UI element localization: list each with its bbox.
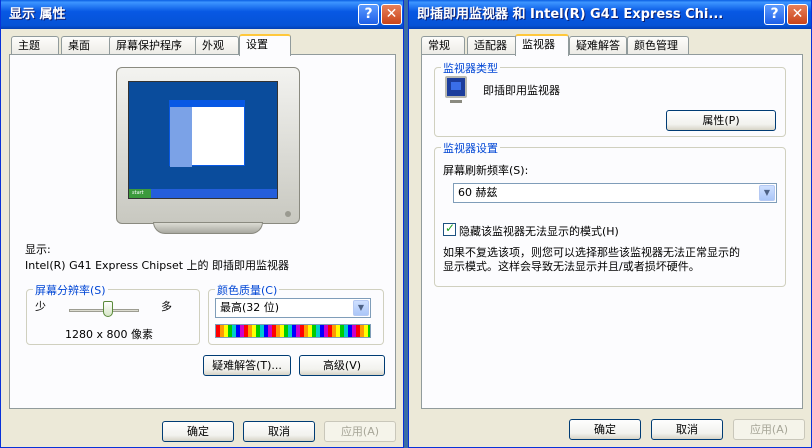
refresh-rate-selected: 60 赫兹	[458, 186, 498, 199]
help-icon[interactable]: ?	[764, 4, 785, 25]
tab-themes[interactable]: 主题	[11, 36, 59, 55]
chevron-down-icon[interactable]: ▼	[353, 300, 369, 316]
color-quality-select[interactable]: 最高(32 位) ▼	[215, 298, 371, 318]
monitor-type-legend: 监视器类型	[441, 60, 500, 76]
settings-panel: start 显示: Intel(R) G41 Express Chipset 上…	[9, 54, 396, 409]
checkmark-icon: ✓	[445, 221, 456, 235]
preview-window	[169, 100, 245, 167]
preview-start-button: start	[129, 189, 151, 198]
help-icon[interactable]: ?	[358, 4, 379, 25]
close-icon[interactable]: ✕	[787, 4, 808, 25]
tab-general[interactable]: 常规	[421, 36, 465, 55]
resolution-slider-thumb[interactable]	[102, 301, 113, 317]
monitor-type-group: 监视器类型 即插即用监视器 属性(P)	[434, 60, 786, 137]
tab-color-management[interactable]: 颜色管理	[627, 36, 689, 55]
refresh-rate-label: 屏幕刷新频率(S):	[443, 164, 529, 177]
resolution-more-label: 多	[161, 300, 172, 313]
tab-desktop[interactable]: 桌面	[61, 36, 113, 55]
hide-modes-checkbox[interactable]: ✓	[443, 221, 456, 236]
monitor-power-button	[285, 211, 291, 217]
resolution-legend: 屏幕分辨率(S)	[33, 282, 108, 298]
color-quality-selected: 最高(32 位)	[220, 301, 280, 314]
properties-button[interactable]: 属性(P)	[666, 110, 776, 131]
refresh-rate-select[interactable]: 60 赫兹 ▼	[453, 183, 777, 203]
troubleshoot-button[interactable]: 疑难解答(T)...	[203, 355, 291, 376]
monitor-preview: start	[116, 67, 300, 224]
desktop-preview: start	[128, 81, 278, 199]
cancel-button[interactable]: 取消	[243, 421, 315, 442]
ok-button[interactable]: 确定	[569, 419, 641, 440]
window-title: 即插即用监视器 和 Intel(R) G41 Express Chi...	[417, 7, 724, 22]
advanced-button[interactable]: 高级(V)	[299, 355, 385, 376]
tab-adapter[interactable]: 适配器	[467, 36, 517, 55]
ok-button[interactable]: 确定	[162, 421, 234, 442]
tab-screensaver[interactable]: 屏幕保护程序	[109, 36, 199, 55]
close-icon[interactable]: ✕	[381, 4, 402, 25]
apply-button[interactable]: 应用(A)	[733, 419, 805, 440]
display-label: 显示:	[25, 243, 51, 256]
monitor-type-name: 即插即用监视器	[483, 84, 560, 97]
color-quality-legend: 颜色质量(C)	[215, 282, 280, 298]
monitor-properties-window: 即插即用监视器 和 Intel(R) G41 Express Chi... ? …	[408, 0, 812, 448]
monitor-properties-titlebar[interactable]: 即插即用监视器 和 Intel(R) G41 Express Chi... ? …	[409, 0, 811, 29]
chevron-down-icon[interactable]: ▼	[759, 185, 775, 201]
monitor-icon-stand	[450, 100, 462, 103]
window-title: 显示 属性	[9, 7, 66, 22]
hide-modes-label[interactable]: 隐藏该监视器无法显示的模式(H)	[459, 223, 619, 239]
color-spectrum-bar	[215, 324, 371, 338]
display-properties-titlebar[interactable]: 显示 属性 ? ✕	[1, 0, 403, 29]
preview-taskbar: start	[129, 189, 277, 198]
monitor-stand	[153, 222, 263, 234]
resolution-less-label: 少	[35, 300, 46, 313]
cancel-button[interactable]: 取消	[651, 419, 723, 440]
tab-troubleshoot[interactable]: 疑难解答	[569, 36, 627, 55]
display-value: Intel(R) G41 Express Chipset 上的 即插即用监视器	[25, 259, 290, 272]
tab-settings[interactable]: 设置	[239, 34, 291, 56]
resolution-value: 1280 x 800 像素	[65, 328, 153, 341]
resolution-group: 屏幕分辨率(S) 少 多 1280 x 800 像素	[26, 282, 200, 345]
tab-appearance[interactable]: 外观	[195, 36, 239, 55]
color-quality-group: 颜色质量(C) 最高(32 位) ▼	[208, 282, 384, 345]
apply-button[interactable]: 应用(A)	[324, 421, 396, 442]
hint-line-2: 显示模式。这样会导致无法显示并且/或者损坏硬件。	[443, 260, 700, 273]
tab-monitor[interactable]: 监视器	[515, 34, 569, 56]
monitor-icon	[445, 76, 467, 98]
monitor-settings-group: 监视器设置 屏幕刷新频率(S): 60 赫兹 ▼ ✓ 隐藏该监视器无法显示的模式…	[434, 140, 786, 287]
monitor-settings-legend: 监视器设置	[441, 140, 500, 156]
monitor-panel: 监视器类型 即插即用监视器 属性(P) 监视器设置 屏幕刷新频率(S): 60 …	[421, 54, 803, 409]
display-properties-window: 显示 属性 ? ✕ 主题 桌面 屏幕保护程序 外观 设置 start 显示: I	[0, 0, 404, 448]
